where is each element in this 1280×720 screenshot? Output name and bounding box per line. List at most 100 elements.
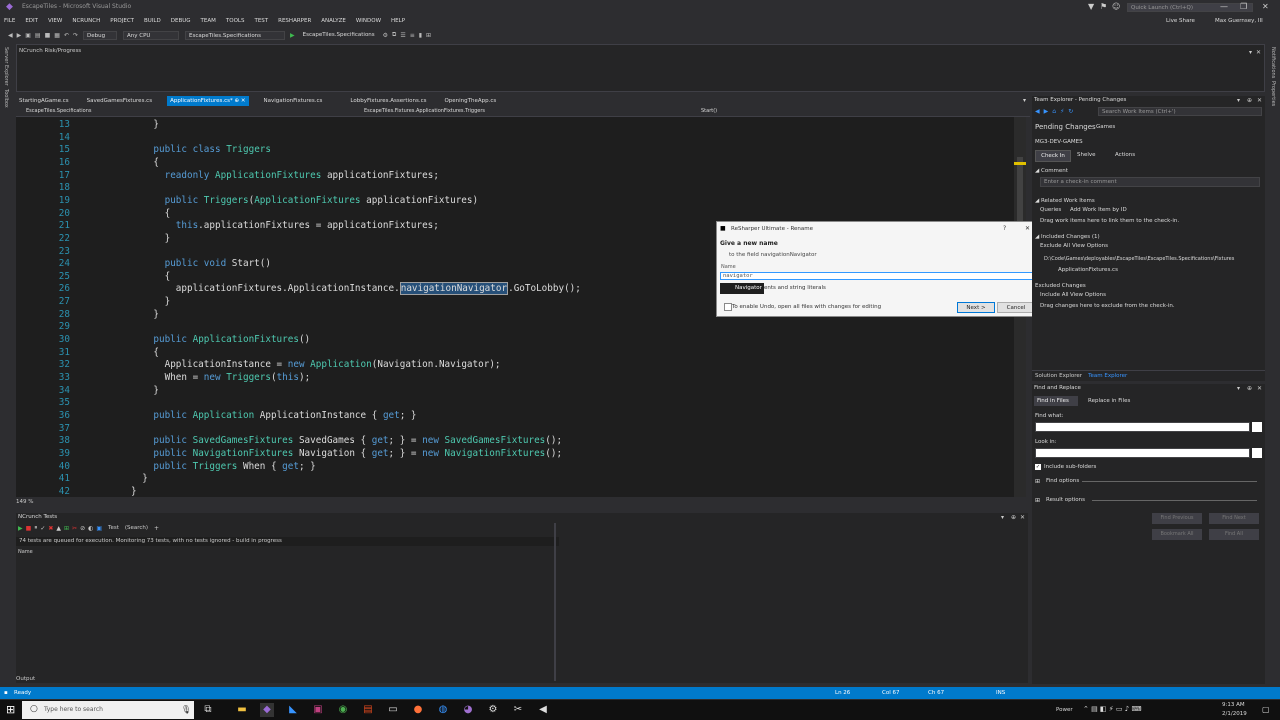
find-in-files-tab[interactable]: Find in Files [1034, 396, 1078, 406]
find-next-button[interactable]: Find Next [1209, 513, 1259, 524]
tab-saved-games-fixtures[interactable]: SavedGamesFixtures.cs [84, 96, 155, 106]
warning-icon[interactable]: ▲ [56, 525, 61, 532]
tab-opening-the-app[interactable]: OpeningTheApp.cs [441, 96, 499, 106]
undo-icon[interactable]: ↶ [64, 32, 69, 39]
browse-folder-button[interactable] [1252, 448, 1262, 458]
search-work-items-input[interactable]: Search Work Items (Ctrl+') [1098, 107, 1262, 116]
code-text[interactable]: { [131, 208, 171, 221]
toolbox-tab[interactable]: Toolbox [3, 89, 9, 108]
cancel-button[interactable]: Cancel [997, 302, 1035, 313]
view-options-link[interactable]: View Options [1072, 243, 1108, 249]
code-line[interactable]: 39 public NavigationFixtures Navigation … [16, 448, 1016, 461]
code-text[interactable]: } [131, 473, 148, 486]
include-all-link[interactable]: Include All [1040, 292, 1069, 298]
menu-ncrunch[interactable]: NCRUNCH [72, 18, 100, 24]
next-button[interactable]: Next > [957, 302, 995, 313]
maps-taskbar-icon[interactable]: ◍ [436, 703, 450, 717]
code-line[interactable]: 13 } [16, 119, 1016, 132]
find-options-label[interactable]: Find options [1046, 478, 1079, 484]
menu-analyze[interactable]: ANALYZE [321, 18, 346, 24]
tray-icons[interactable]: ⌃ ▤ ◧ ⚡ ▭ ♪ ⌨ [1083, 705, 1142, 713]
toolbar-icon-2[interactable]: ⧉ [392, 31, 396, 39]
code-line[interactable]: 42} [16, 486, 1016, 497]
back-icon[interactable]: ◀ [1035, 108, 1040, 115]
expand-icon[interactable]: ⊞ [64, 525, 69, 532]
code-text[interactable]: public Triggers(ApplicationFixtures appl… [131, 195, 479, 208]
code-line[interactable]: 30 public ApplicationFixtures() [16, 334, 1016, 347]
rider-taskbar-icon[interactable]: ▣ [311, 703, 325, 717]
close-button[interactable]: ✕ [1262, 2, 1269, 11]
code-line[interactable]: 36 public Application ApplicationInstanc… [16, 410, 1016, 423]
toolbar-icon-4[interactable]: ≡ [410, 32, 415, 39]
code-line[interactable]: 33 When = new Triggers(this); [16, 372, 1016, 385]
help-icon[interactable]: ? [1003, 225, 1006, 232]
chrome-taskbar-icon[interactable]: ◉ [336, 703, 350, 717]
powerpoint-taskbar-icon[interactable]: ▤ [361, 703, 375, 717]
code-text[interactable]: } [131, 385, 159, 398]
properties-tab[interactable]: Properties [1270, 81, 1276, 106]
toolbar-icon-5[interactable]: ⊞ [426, 32, 431, 39]
code-text[interactable]: } [131, 309, 159, 322]
ignore-icon[interactable]: ⊘ [80, 525, 85, 532]
code-line[interactable]: 16 { [16, 157, 1016, 170]
refresh-icon[interactable]: ↻ [1068, 108, 1073, 115]
exclude-all-link[interactable]: Exclude All [1040, 243, 1070, 249]
look-in-combo[interactable] [1035, 448, 1250, 458]
name-column-header[interactable]: Name [18, 549, 33, 555]
coverage-icon[interactable]: ◐ [88, 525, 93, 532]
run-target-button[interactable]: EscapeTiles.Specifications [300, 31, 378, 40]
add-icon[interactable]: + [154, 525, 159, 532]
fr-menu-icon[interactable]: ▾ [1237, 385, 1240, 392]
new-name-input[interactable]: navigator [720, 272, 1034, 280]
taskbar-search-input[interactable]: Type here to search [22, 701, 194, 719]
startup-project-combo[interactable]: EscapeTiles.Specifications [185, 30, 285, 40]
code-line[interactable]: 32 ApplicationInstance = new Application… [16, 359, 1016, 372]
pane-menu-icon[interactable]: ▾ [1237, 97, 1240, 104]
nav-type-combo[interactable]: EscapeTiles.Fixtures.ApplicationFixtures… [364, 107, 485, 116]
result-options-label[interactable]: Result options [1046, 497, 1085, 503]
menu-tools[interactable]: TOOLS [226, 18, 245, 24]
media-taskbar-icon[interactable]: ◀ [536, 703, 550, 717]
nav-project-combo[interactable]: EscapeTiles.Specifications [26, 107, 91, 116]
filter-passed-icon[interactable]: ✓ [40, 525, 45, 532]
test-label[interactable]: Test [108, 525, 119, 531]
find-options-expander-icon[interactable]: ⊞ [1035, 478, 1040, 485]
pane-pin-icon[interactable]: ⊕ [1247, 97, 1252, 104]
test-search-input[interactable]: (Search) [125, 525, 148, 531]
code-line[interactable]: 19 public Triggers(ApplicationFixtures a… [16, 195, 1016, 208]
menu-team[interactable]: TEAM [201, 18, 216, 24]
code-text[interactable]: } [131, 296, 171, 309]
platform-combo[interactable]: Any CPU [123, 30, 179, 40]
tab-team-explorer[interactable]: Team Explorer [1088, 373, 1127, 379]
start-debug-icon[interactable]: ▶ [290, 32, 295, 39]
dialog-close-icon[interactable]: ✕ [1025, 225, 1030, 232]
firefox-taskbar-icon[interactable]: ● [411, 703, 425, 717]
menu-help[interactable]: HELP [391, 18, 405, 24]
code-text[interactable]: public void Start() [131, 258, 271, 271]
code-text[interactable]: public class Triggers [131, 144, 271, 157]
action-center-icon[interactable]: ▢ [1262, 705, 1270, 714]
result-options-expander-icon[interactable]: ⊞ [1035, 497, 1040, 504]
tab-overflow-icon[interactable]: ▾ [1023, 97, 1026, 104]
code-line[interactable]: 29 [16, 321, 1016, 334]
quick-launch-input[interactable]: Quick Launch (Ctrl+Q) [1127, 3, 1253, 12]
code-line[interactable]: 35 [16, 397, 1016, 410]
code-text[interactable]: { [131, 157, 159, 170]
menu-test[interactable]: TEST [254, 18, 268, 24]
actions-link[interactable]: Actions [1115, 152, 1135, 158]
tab-lobby-fixtures-assertions[interactable]: LobbyFixtures.Assertions.cs [347, 96, 429, 106]
code-text[interactable]: public Application ApplicationInstance {… [131, 410, 416, 423]
pane-close-icon[interactable]: ✕ [1257, 97, 1262, 104]
undo-checkbox[interactable] [724, 303, 732, 311]
fr-pin-icon[interactable]: ⊕ [1247, 385, 1252, 392]
toolbar-icon-1[interactable]: ⚙ [383, 32, 388, 39]
code-text[interactable]: } [131, 233, 171, 246]
new-project-icon[interactable]: ▣ [25, 32, 31, 39]
feedback-icon[interactable]: ☺ [1112, 2, 1120, 11]
zoom-level[interactable]: 149 % [16, 499, 33, 505]
save-icon[interactable]: ■ [45, 32, 51, 39]
code-line[interactable]: 18 [16, 182, 1016, 195]
code-text[interactable]: applicationFixtures.ApplicationInstance.… [131, 282, 581, 296]
add-work-item-link[interactable]: Add Work Item by ID [1070, 207, 1127, 213]
changed-file[interactable]: ApplicationFixtures.cs [1058, 267, 1118, 273]
